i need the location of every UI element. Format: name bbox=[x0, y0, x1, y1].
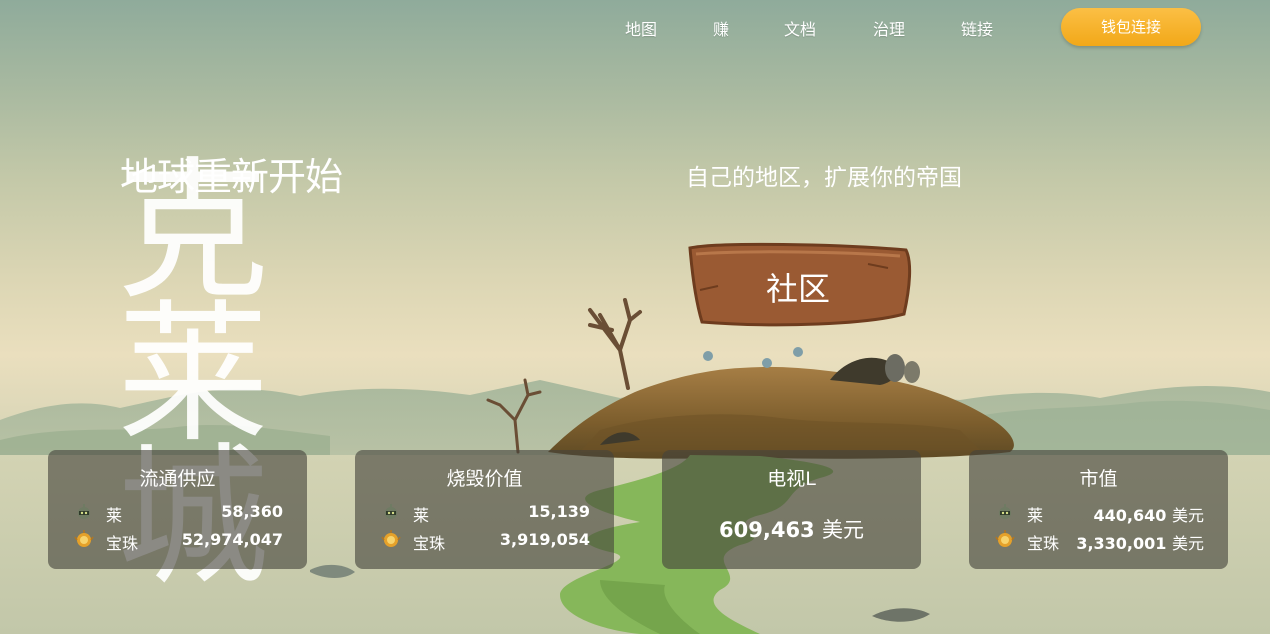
robot-token-icon bbox=[78, 504, 90, 519]
orb-token-icon bbox=[74, 530, 94, 547]
token-name: 宝珠 bbox=[1027, 534, 1060, 553]
nav-item-earn[interactable]: 赚 bbox=[713, 16, 729, 40]
robot bbox=[793, 347, 803, 357]
token-value: 3,330,001 bbox=[1076, 534, 1167, 553]
connect-wallet-button[interactable]: 钱包连接 bbox=[1061, 8, 1201, 46]
stat-row: 宝珠 3,919,054 bbox=[381, 529, 590, 553]
stat-row: 莱 440,640 美元 bbox=[995, 501, 1204, 525]
market-cap-card: 市值 莱 440,640 美元 宝珠 3,330,001 美元 bbox=[969, 450, 1228, 569]
robot-token-icon bbox=[999, 504, 1011, 519]
circulating-supply-card: 流通供应 莱 58,360 宝珠 52,974,047 bbox=[48, 450, 307, 569]
nav-item-docs[interactable]: 文档 bbox=[784, 16, 816, 40]
token-value: 52,974,047 bbox=[181, 530, 283, 549]
currency-unit: 美元 bbox=[1171, 506, 1204, 525]
community-button-label: 社区 bbox=[765, 270, 830, 308]
token-value-line: 440,640 美元 bbox=[1094, 502, 1204, 526]
robot-token-icon bbox=[385, 504, 397, 519]
token-name: 宝珠 bbox=[413, 534, 446, 553]
currency-unit: 美元 bbox=[1171, 534, 1204, 553]
burned-value-card: 烧毁价值 莱 15,139 宝珠 3,919,054 bbox=[355, 450, 614, 569]
stat-row: 宝珠 52,974,047 bbox=[74, 529, 283, 553]
nav-item-links[interactable]: 链接 bbox=[961, 16, 993, 40]
stat-row: 莱 58,360 bbox=[74, 501, 283, 525]
token-value: 3,919,054 bbox=[499, 530, 590, 549]
hero-stage: 地图 赚 文档 治理 链接 钱包连接 地球重新开始 克莱城 自己的地区，扩展你的… bbox=[0, 0, 1270, 634]
orb-token-icon bbox=[995, 530, 1015, 547]
tvl-card: 电视L 609,463 美元 bbox=[662, 450, 921, 569]
stat-row: 莱 15,139 bbox=[381, 501, 590, 525]
token-name: 莱 bbox=[1027, 506, 1044, 525]
token-name: 莱 bbox=[413, 506, 430, 525]
stat-row: 宝珠 3,330,001 美元 bbox=[995, 529, 1204, 553]
currency-unit: 美元 bbox=[821, 518, 864, 542]
nav-item-map[interactable]: 地图 bbox=[625, 16, 657, 40]
card-title: 市值 bbox=[1079, 468, 1118, 490]
tvl-value-line: 609,463 美元 bbox=[662, 514, 921, 544]
robot bbox=[762, 358, 772, 368]
card-title: 流通供应 bbox=[139, 468, 216, 490]
nav-item-governance[interactable]: 治理 bbox=[873, 16, 905, 40]
barrel bbox=[904, 361, 920, 383]
token-value: 440,640 bbox=[1093, 506, 1167, 525]
card-title: 电视L bbox=[767, 468, 816, 490]
community-button[interactable]: 社区 bbox=[688, 242, 914, 328]
token-value-line: 3,330,001 美元 bbox=[1076, 530, 1204, 554]
card-title: 烧毁价值 bbox=[446, 468, 523, 490]
token-value: 15,139 bbox=[528, 502, 590, 521]
robot bbox=[703, 351, 713, 361]
barrel bbox=[885, 354, 905, 382]
top-nav: 地图 赚 文档 治理 链接 钱包连接 bbox=[0, 0, 1270, 56]
hero-tagline: 自己的地区，扩展你的帝国 bbox=[686, 165, 962, 191]
tvl-value: 609,463 bbox=[719, 518, 815, 542]
token-name: 宝珠 bbox=[106, 534, 139, 553]
token-value: 58,360 bbox=[221, 502, 283, 521]
dead-tree bbox=[588, 298, 642, 390]
token-name: 莱 bbox=[106, 506, 123, 525]
orb-token-icon bbox=[381, 530, 401, 547]
